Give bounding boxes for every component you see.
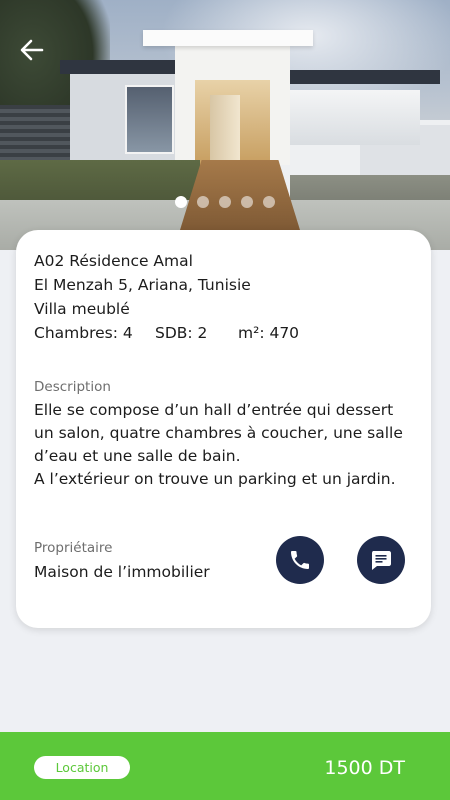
price-bar: Location 1500 DT xyxy=(0,732,450,800)
phone-icon xyxy=(291,551,309,569)
gallery-dot[interactable] xyxy=(241,196,253,208)
photo-door xyxy=(210,95,240,160)
property-type: Villa meublé xyxy=(34,300,130,318)
owner-label: Propriétaire xyxy=(34,540,113,556)
photo-window xyxy=(125,85,174,154)
property-address: El Menzah 5, Ariana, Tunisie xyxy=(34,276,251,294)
description-line: Elle se compose d’un hall d’entrée qui d… xyxy=(34,401,403,465)
call-button[interactable] xyxy=(276,536,324,584)
photo-entry-canopy xyxy=(143,30,313,46)
gallery-dot[interactable] xyxy=(219,196,231,208)
photo-garage xyxy=(290,90,420,145)
property-details-card: A02 Résidence Amal El Menzah 5, Ariana, … xyxy=(16,230,431,628)
gallery-indicator xyxy=(0,196,450,208)
arrow-left-icon[interactable] xyxy=(18,36,46,64)
area-value: m²: 470 xyxy=(238,324,300,342)
gallery-dot[interactable] xyxy=(263,196,275,208)
description-text: Elle se compose d’un hall d’entrée qui d… xyxy=(34,399,414,491)
owner-name: Maison de l’immobilier xyxy=(34,563,210,581)
gallery-dot[interactable] xyxy=(175,196,187,208)
description-label: Description xyxy=(34,379,111,395)
listing-type-badge[interactable]: Location xyxy=(34,756,130,779)
price-value: 1500 DT xyxy=(324,757,405,779)
gallery-dot[interactable] xyxy=(197,196,209,208)
message-button[interactable] xyxy=(357,536,405,584)
property-title: A02 Résidence Amal xyxy=(34,252,193,270)
photo-fence xyxy=(0,105,70,165)
message-icon xyxy=(372,551,391,570)
photo-roof-right xyxy=(270,70,440,84)
bedrooms-count: Chambres: 4 xyxy=(34,324,133,342)
description-line: A l’extérieur on trouve un parking et un… xyxy=(34,470,396,488)
bathrooms-count: SDB: 2 xyxy=(155,324,208,342)
property-photo[interactable] xyxy=(0,0,450,250)
